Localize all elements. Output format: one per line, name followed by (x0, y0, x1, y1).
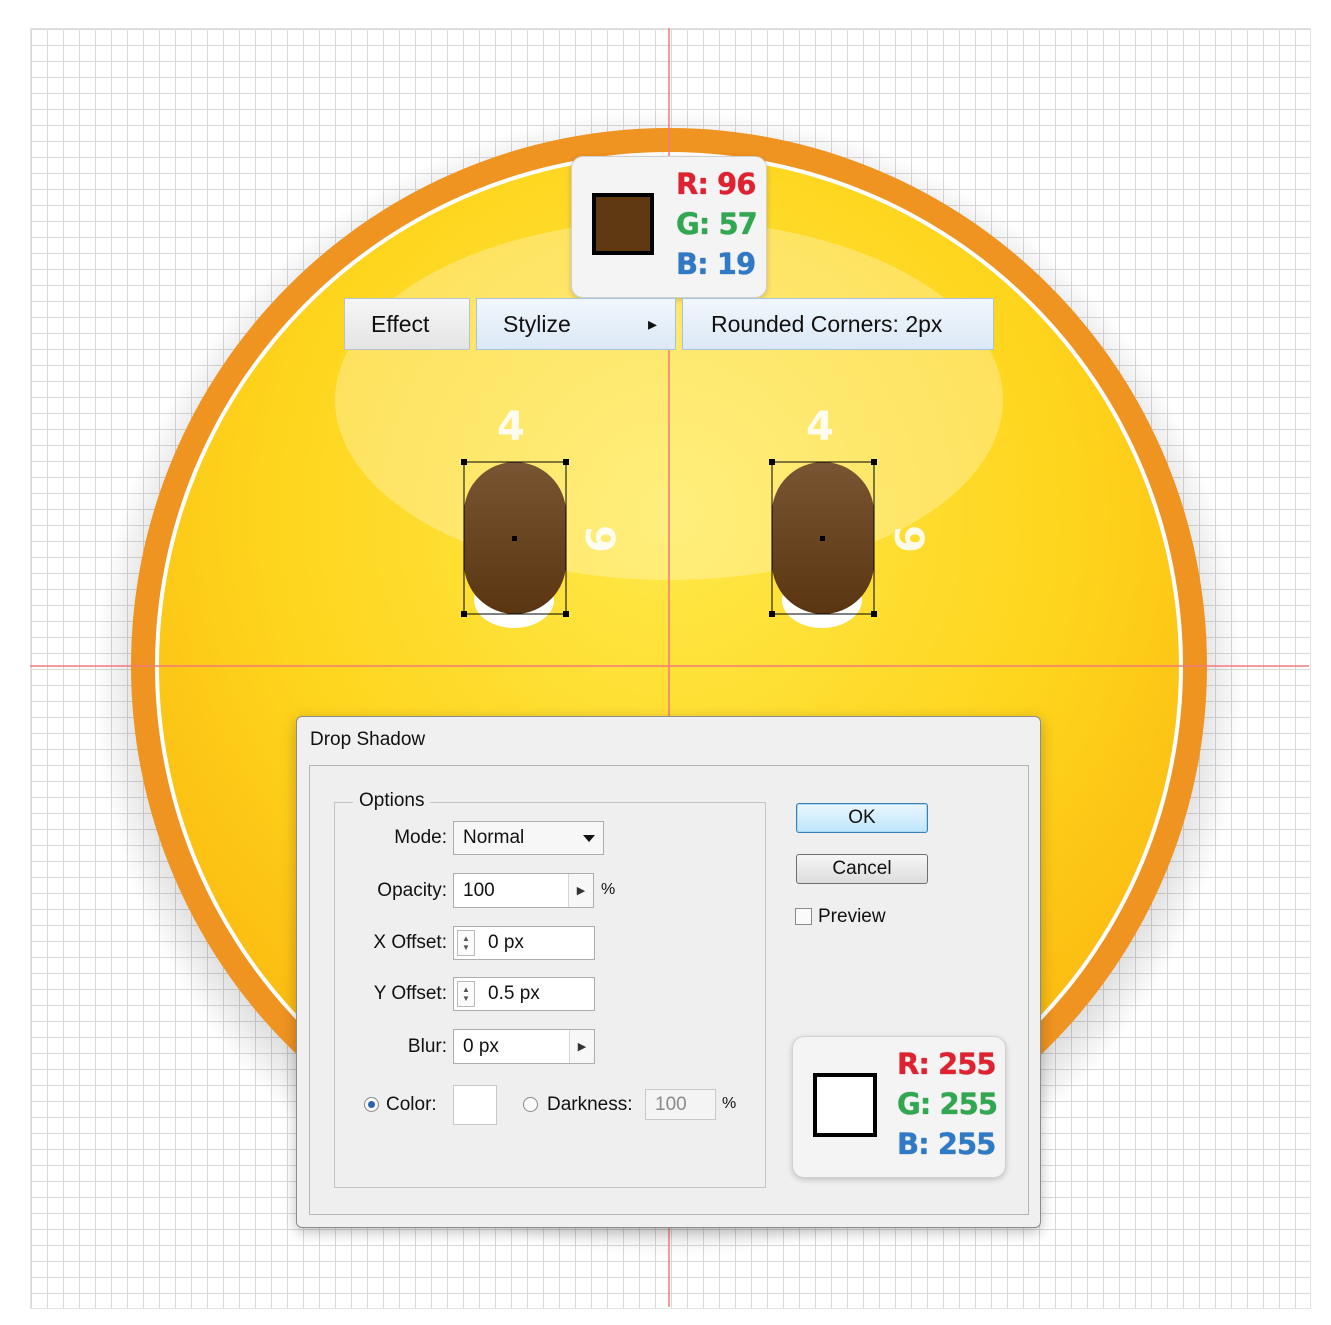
left-eye-width-label: 4 (497, 404, 525, 450)
darkness-value: 100 (655, 1093, 687, 1115)
ok-button[interactable]: OK (796, 803, 928, 833)
y-offset-field[interactable]: ▲ ▼ 0.5 px (453, 977, 595, 1011)
opacity-field[interactable]: 100 ▶ (453, 873, 594, 908)
shadow-red-value: R: 255 (896, 1046, 997, 1082)
darkness-radio[interactable] (523, 1097, 538, 1112)
preview-checkbox[interactable] (795, 908, 812, 925)
blur-label: Blur: (407, 1036, 447, 1057)
x-offset-value: 0 px (488, 932, 524, 953)
darkness-field: 100 (645, 1089, 716, 1120)
dialog-body: Options Mode: Normal Opacity: 100 ▶ % X … (309, 765, 1029, 1215)
right-eye (769, 459, 877, 628)
opacity-slider-arrow-icon[interactable]: ▶ (568, 874, 593, 907)
dialog-title: Drop Shadow (310, 729, 426, 750)
shadow-blue-value: B: 255 (896, 1126, 997, 1162)
drop-shadow-dialog: Drop Shadow Options Mode: Normal Opacity… (296, 716, 1041, 1228)
y-offset-label: Y Offset: (373, 983, 447, 1004)
shadow-color-swatch[interactable] (453, 1085, 497, 1125)
color-label: Color: (386, 1094, 437, 1115)
menu-stylize-label: Stylize (503, 310, 571, 337)
submenu-arrow-icon: ▸ (647, 313, 657, 334)
mode-label: Mode: (394, 827, 447, 848)
right-eye-height-label: 9 (884, 525, 931, 553)
dropdown-arrow-icon (583, 835, 595, 842)
darkness-label: Darkness: (547, 1094, 633, 1115)
blue-value: B: 19 (675, 246, 757, 282)
blur-field[interactable]: 0 px ▶ (453, 1029, 595, 1064)
x-offset-spinner-icon[interactable]: ▲ ▼ (457, 930, 475, 956)
opacity-label: Opacity: (377, 880, 447, 901)
menu-effect[interactable]: Effect (344, 298, 470, 350)
menu-rounded-corners[interactable]: Rounded Corners: 2px (682, 298, 994, 350)
mode-select[interactable]: Normal (453, 821, 604, 855)
options-group-title: Options (353, 790, 431, 812)
cancel-button[interactable]: Cancel (796, 854, 928, 884)
eye-color-swatch (592, 193, 654, 255)
blur-value: 0 px (463, 1035, 499, 1057)
red-value: R: 96 (675, 166, 757, 202)
eye-color-callout: R: 96 G: 57 B: 19 (571, 156, 767, 298)
x-offset-field[interactable]: ▲ ▼ 0 px (453, 926, 595, 960)
darkness-unit: % (722, 1095, 737, 1112)
y-offset-spinner-icon[interactable]: ▲ ▼ (457, 981, 475, 1007)
opacity-value: 100 (463, 879, 495, 901)
right-eye-width-label: 4 (806, 404, 834, 450)
x-offset-label: X Offset: (373, 932, 447, 953)
mode-value: Normal (463, 827, 525, 848)
preview-label: Preview (818, 906, 886, 927)
shadow-green-value: G: 255 (896, 1086, 999, 1122)
opacity-unit: % (601, 881, 616, 898)
left-eye (461, 459, 569, 628)
shadow-color-callout-swatch (813, 1073, 877, 1137)
shadow-color-callout: R: 255 G: 255 B: 255 (792, 1036, 1006, 1178)
color-radio[interactable] (364, 1097, 379, 1112)
green-value: G: 57 (675, 206, 758, 242)
blur-slider-arrow-icon[interactable]: ▶ (569, 1030, 594, 1063)
options-group: Options Mode: Normal Opacity: 100 ▶ % X … (334, 790, 766, 1188)
left-eye-height-label: 9 (575, 525, 622, 553)
y-offset-value: 0.5 px (488, 983, 540, 1004)
menu-stylize[interactable]: Stylize ▸ (476, 298, 676, 350)
